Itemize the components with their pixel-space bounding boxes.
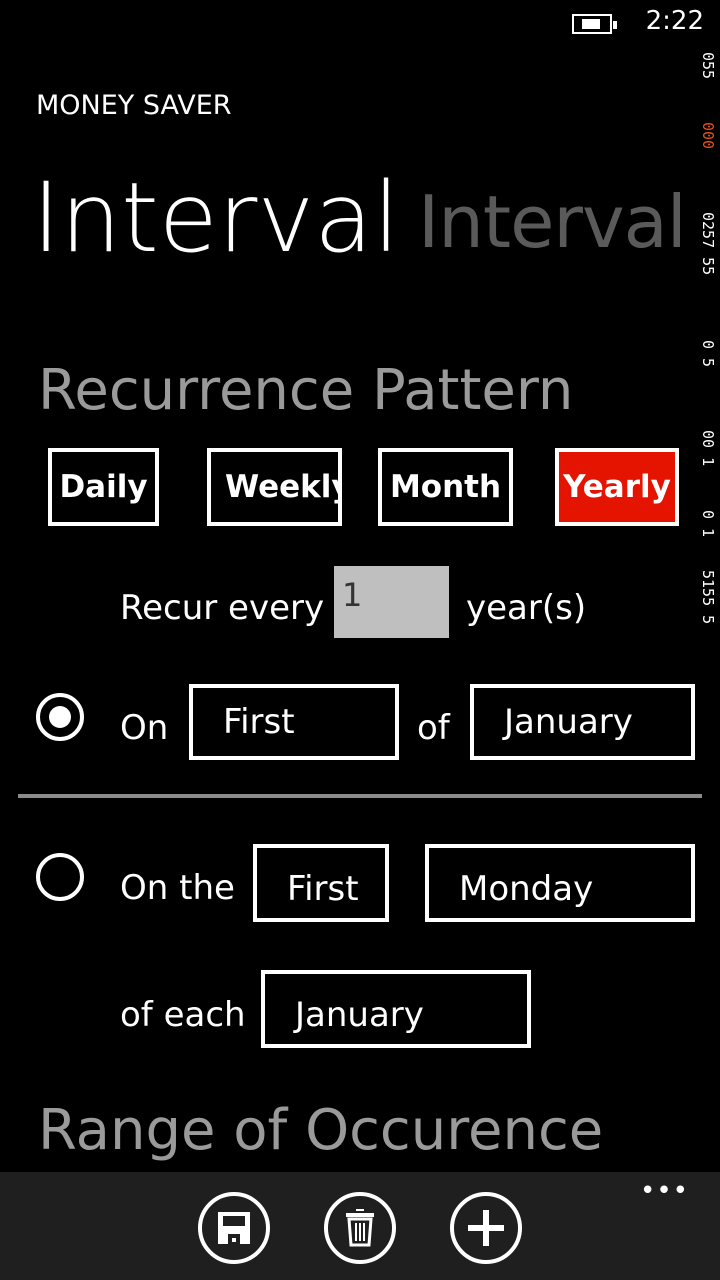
monthly-button[interactable]: Month bbox=[378, 448, 513, 526]
add-icon bbox=[468, 1210, 504, 1246]
recur-unit-label: year(s) bbox=[466, 588, 587, 628]
save-button[interactable] bbox=[198, 1192, 270, 1264]
yearly-button[interactable]: Yearly bbox=[555, 448, 679, 526]
frame-counter: 5155 5 bbox=[699, 570, 717, 625]
recur-every-input[interactable]: 1 bbox=[334, 566, 449, 638]
weekday-picker[interactable]: Monday bbox=[425, 844, 695, 922]
week-ordinal-picker[interactable]: First bbox=[253, 844, 389, 922]
option-on-date-radio[interactable] bbox=[36, 693, 84, 741]
divider bbox=[18, 794, 702, 798]
on-label: On bbox=[120, 708, 169, 748]
option-on-the-radio[interactable] bbox=[36, 853, 84, 901]
app-bar: ••• bbox=[0, 1172, 720, 1280]
frame-counter: 055 bbox=[699, 52, 717, 80]
month-picker-2[interactable]: January bbox=[261, 970, 531, 1048]
day-ordinal-picker[interactable]: First bbox=[189, 684, 399, 760]
frame-counter: 0 5 bbox=[699, 340, 717, 368]
weekly-button[interactable]: Weekly bbox=[207, 448, 342, 526]
status-time: 2:22 bbox=[645, 6, 704, 36]
battery-charging-icon bbox=[572, 14, 617, 34]
pivot-header-next[interactable]: Interval bbox=[418, 180, 687, 264]
frame-counter: 00 1 bbox=[699, 430, 717, 467]
save-icon bbox=[218, 1212, 250, 1244]
more-options-button[interactable]: ••• bbox=[640, 1176, 689, 1206]
delete-button[interactable] bbox=[324, 1192, 396, 1264]
month-picker-1[interactable]: January bbox=[470, 684, 695, 760]
delete-icon bbox=[346, 1209, 374, 1247]
recurrence-heading: Recurrence Pattern bbox=[38, 358, 574, 423]
of-each-label: of each bbox=[120, 995, 246, 1035]
add-button[interactable] bbox=[450, 1192, 522, 1264]
of-label: of bbox=[417, 708, 450, 748]
on-the-label: On the bbox=[120, 868, 235, 908]
frame-counter: 0 1 bbox=[699, 510, 717, 538]
range-heading: Range of Occurence bbox=[38, 1098, 604, 1163]
pivot-header-active[interactable]: Interval bbox=[32, 162, 400, 274]
app-title: MONEY SAVER bbox=[36, 90, 232, 121]
frame-counter: 000 bbox=[699, 122, 717, 150]
recur-every-label: Recur every bbox=[120, 588, 325, 628]
frame-counter: 0257 55 bbox=[699, 212, 717, 276]
daily-button[interactable]: Daily bbox=[48, 448, 159, 526]
